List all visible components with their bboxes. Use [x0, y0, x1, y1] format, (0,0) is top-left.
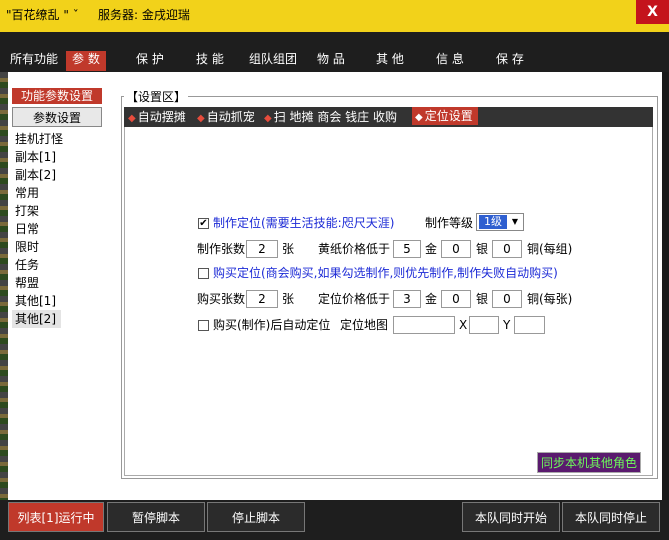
list-item-selected[interactable]: 其他[2]: [12, 310, 61, 328]
window-title: "百花缭乱 " ˇ: [6, 8, 79, 22]
team-stop-button[interactable]: 本队同时停止: [562, 502, 660, 532]
list-item[interactable]: 帮盟: [12, 274, 102, 292]
gold-unit: 金: [425, 292, 438, 306]
make-level-value: 1级: [479, 215, 507, 229]
yellow-paper-copper-field[interactable]: 0: [492, 240, 522, 258]
auto-locate-label: 购买(制作)后自动定位: [213, 318, 331, 332]
x-coord-field[interactable]: [469, 316, 499, 334]
menu-skills[interactable]: 技 能: [196, 51, 224, 71]
bullet-icon: ◆: [197, 113, 205, 124]
auto-locate-checkbox[interactable]: [198, 320, 209, 331]
menu-protect[interactable]: 保 护: [136, 51, 164, 71]
menu-team[interactable]: 组队组团: [249, 51, 297, 71]
list-item[interactable]: 副本[1]: [12, 148, 102, 166]
params-settings-button[interactable]: 参数设置: [12, 107, 102, 127]
menu-params[interactable]: 参 数: [66, 51, 106, 71]
menu-other[interactable]: 其 他: [376, 51, 404, 71]
locate-map-label: 定位地图: [340, 318, 389, 332]
run-status-button[interactable]: 列表[1]运行中: [8, 502, 104, 532]
y-coord-label: Y: [503, 318, 511, 332]
menu-all-functions[interactable]: 所有功能: [10, 51, 58, 71]
make-level-label: 制作等级: [425, 216, 474, 230]
close-button[interactable]: X: [636, 0, 669, 24]
left-panel-list: 挂机打怪 副本[1] 副本[2] 常用 打架 日常 限时 任务 帮盟 其他[1]…: [12, 130, 102, 328]
bullet-icon: ◆: [128, 113, 136, 124]
make-count-field[interactable]: 2: [246, 240, 278, 258]
list-item[interactable]: 任务: [12, 256, 102, 274]
pause-script-button[interactable]: 暂停脚本: [107, 502, 205, 532]
locate-price-silver-field[interactable]: 0: [441, 290, 471, 308]
subtab-auto-stall[interactable]: ◆ 自动摆摊: [128, 109, 186, 125]
locate-price-gold-field[interactable]: 3: [393, 290, 421, 308]
menu-items[interactable]: 物 品: [317, 51, 345, 71]
bullet-icon: ◆: [415, 112, 423, 123]
list-item[interactable]: 日常: [12, 220, 102, 238]
list-item[interactable]: 限时: [12, 238, 102, 256]
x-coord-label: X: [459, 318, 468, 332]
locate-map-field[interactable]: [393, 316, 455, 334]
make-level-select[interactable]: 1级 ▼: [476, 213, 524, 231]
sync-other-characters-button[interactable]: 同步本机其他角色: [537, 452, 641, 473]
make-locate-label: 制作定位(需要生活技能:咫尺天涯): [213, 216, 395, 230]
settings-group-label: 【设置区】: [124, 88, 189, 105]
game-background-strip: [0, 72, 8, 540]
buy-count-label: 购买张数: [197, 292, 246, 306]
make-count-unit: 张: [282, 242, 295, 256]
locate-price-label: 定位价格低于: [318, 292, 391, 306]
menu-info[interactable]: 信 息: [436, 51, 464, 71]
team-start-button[interactable]: 本队同时开始: [462, 502, 560, 532]
subtab-scan-market[interactable]: ◆ 扫 地摊 商会 钱庄 收购: [264, 109, 397, 125]
copper-unit: 铜(每张): [527, 292, 573, 306]
list-item[interactable]: 副本[2]: [12, 166, 102, 184]
make-locate-checkbox[interactable]: ✔: [198, 218, 209, 229]
buy-locate-label: 购买定位(商会购买,如果勾选制作,则优先制作,制作失败自动购买): [213, 266, 558, 280]
server-label: 服务器: 金戌迎瑞: [98, 8, 190, 22]
yellow-paper-gold-field[interactable]: 5: [393, 240, 421, 258]
subtab-auto-catch-pet[interactable]: ◆ 自动抓宠: [197, 109, 255, 125]
list-item[interactable]: 打架: [12, 202, 102, 220]
list-item[interactable]: 挂机打怪: [12, 130, 102, 148]
yellow-paper-silver-field[interactable]: 0: [441, 240, 471, 258]
silver-unit: 银: [476, 242, 489, 256]
yellow-paper-price-label: 黄纸价格低于: [318, 242, 391, 256]
menu-save[interactable]: 保 存: [496, 51, 524, 71]
gold-unit: 金: [425, 242, 438, 256]
left-panel-header: 功能参数设置: [12, 88, 102, 104]
locate-price-copper-field[interactable]: 0: [492, 290, 522, 308]
make-count-label: 制作张数: [197, 242, 246, 256]
chevron-down-icon: ▼: [511, 217, 519, 226]
window-border: [662, 72, 669, 540]
list-item[interactable]: 其他[1]: [12, 292, 102, 310]
subtab-locate-settings[interactable]: ◆ 定位设置: [412, 107, 478, 125]
y-coord-field[interactable]: [514, 316, 545, 334]
buy-locate-checkbox[interactable]: [198, 268, 209, 279]
buy-count-field[interactable]: 2: [246, 290, 278, 308]
list-item[interactable]: 常用: [12, 184, 102, 202]
copper-unit: 铜(每组): [527, 242, 573, 256]
silver-unit: 银: [476, 292, 489, 306]
stop-script-button[interactable]: 停止脚本: [207, 502, 305, 532]
buy-count-unit: 张: [282, 292, 295, 306]
bullet-icon: ◆: [264, 113, 272, 124]
